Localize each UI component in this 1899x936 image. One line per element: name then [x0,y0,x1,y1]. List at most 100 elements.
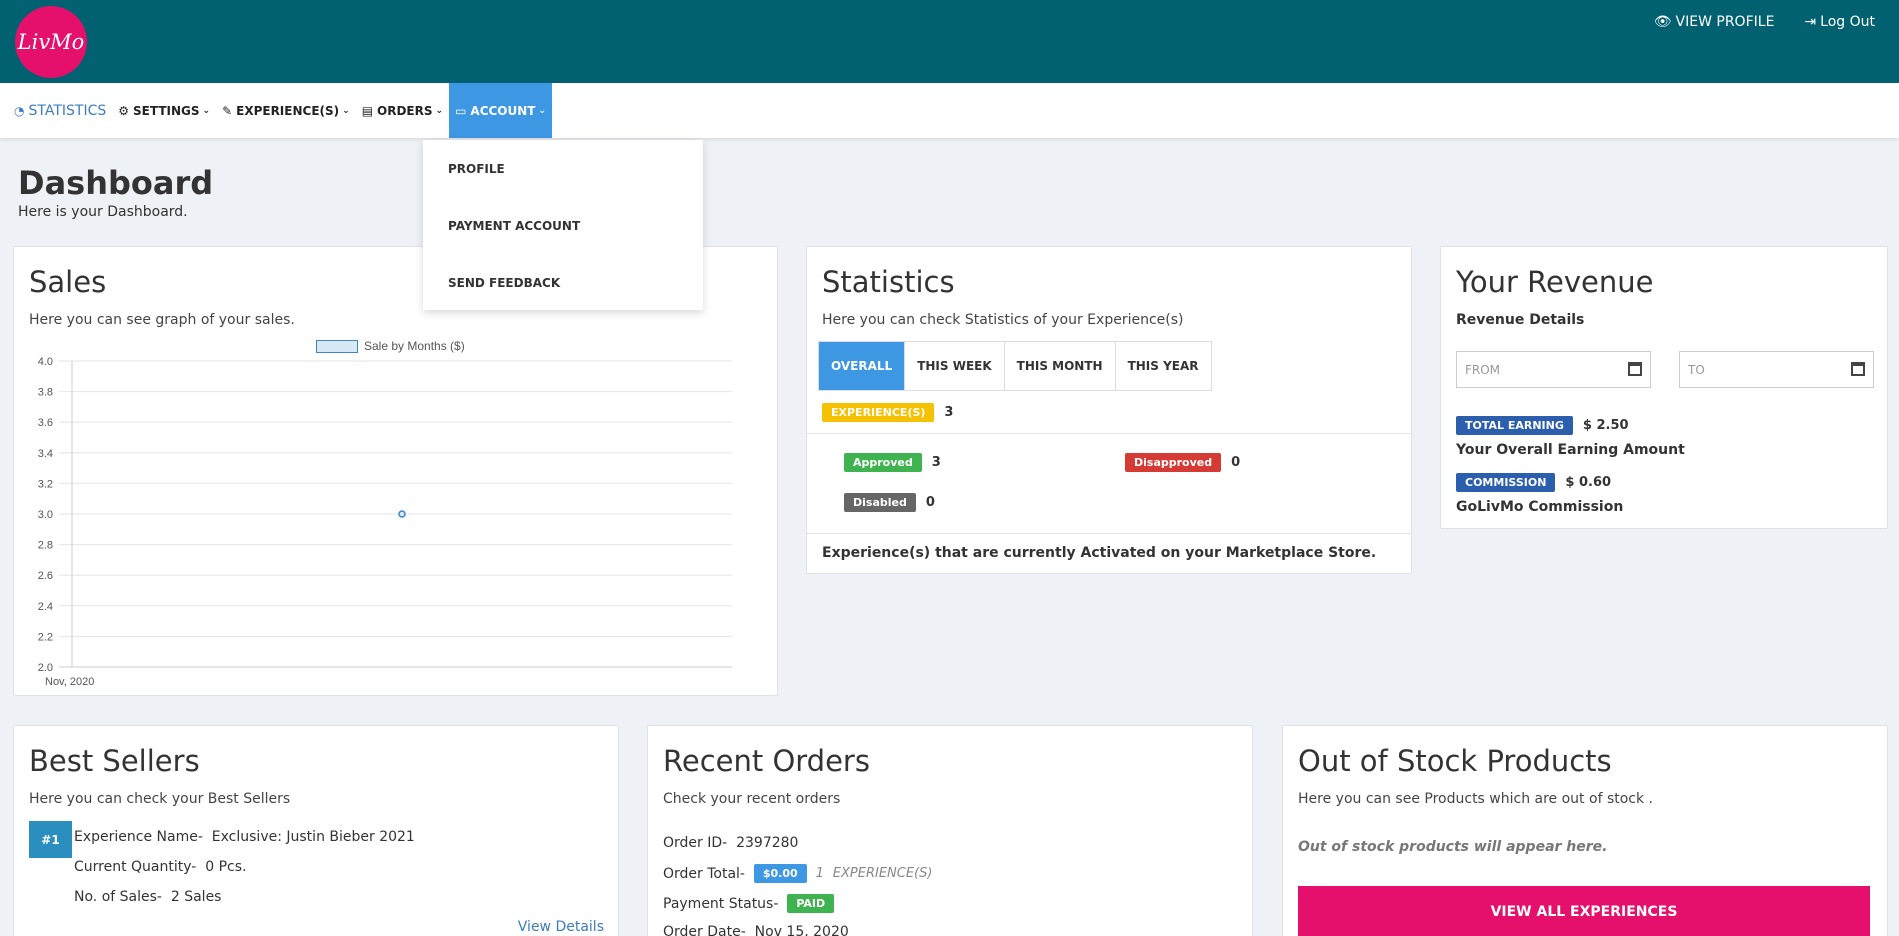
tab-this-week[interactable]: THIS WEEK [905,342,1005,390]
view-profile-link[interactable]: 👁 VIEW PROFILE [1654,14,1775,30]
out-of-stock-subtitle: Here you can see Products which are out … [1298,791,1653,807]
experience-name[interactable]: Exclusive: Justin Bieber 2021 [212,829,415,845]
y-tick-label: 2.2 [38,631,53,643]
nav-statistics-label: STATISTICS [28,102,107,119]
logo-text: LivMo [17,30,85,54]
order-total-row: Order Total- $0.00 1 EXPERIENCE(S) [663,864,932,883]
main-nav: ◔ STATISTICS ⚙ SETTINGS ⌄ ✎ EXPERIENCE(S) ⌄ ▤… [0,83,1899,138]
period-tabs: OVERALL THIS WEEK THIS MONTH THIS YEAR [818,341,1212,391]
divider [807,433,1411,434]
chevron-down-icon: ⌄ [538,105,547,116]
order-date-value: Nov 15, 2020 [754,924,849,936]
total-earning-row: TOTAL EARNING $ 2.50 [1456,416,1629,435]
view-details-link[interactable]: View Details [518,919,604,935]
statistics-card: Statistics Here you can check Statistics… [806,246,1412,574]
nav-experiences[interactable]: ✎ EXPERIENCE(S) ⌄ [216,83,356,138]
revenue-title: Your Revenue [1456,265,1654,299]
nav-experiences-label: EXPERIENCE(S) [236,103,340,118]
brand-logo[interactable]: LivMo [15,6,87,78]
payment-status-badge: PAID [787,894,835,913]
nav-orders[interactable]: ▤ ORDERS ⌄ [356,83,449,138]
total-earning-value: $ 2.50 [1582,418,1629,433]
chevron-down-icon: ⌄ [342,105,350,116]
nav-account[interactable]: ▭ ACCOUNT ⌄ [449,83,553,138]
label: Order ID- [663,835,728,851]
order-id-row: Order ID- 2397280 [663,835,798,851]
label: Experience Name- [74,829,203,845]
order-id-value[interactable]: 2397280 [736,835,798,851]
commission-value: $ 0.60 [1565,475,1612,490]
statistics-subtitle: Here you can check Statistics of your Ex… [822,312,1184,328]
experiences-count-row: EXPERIENCE(S) 3 [822,403,953,422]
view-profile-label: VIEW PROFILE [1675,14,1775,30]
payment-status-row: Payment Status- PAID [663,894,835,913]
to-date-input[interactable]: TO [1679,351,1874,388]
total-earning-desc: Your Overall Earning Amount [1456,442,1685,458]
logout-link[interactable]: ⇥ Log Out [1804,14,1875,30]
y-tick-label: 2.8 [38,540,53,552]
tab-this-year[interactable]: THIS YEAR [1116,342,1211,390]
disapproved-count: 0 [1231,455,1241,470]
menu-item-send-feedback[interactable]: SEND FEEDBACK [423,254,703,311]
dashboard-icon: ◔ [14,103,25,118]
page-title: Dashboard [18,164,214,202]
nav-orders-label: ORDERS [377,103,433,118]
recent-orders-title: Recent Orders [663,744,870,778]
label: Current Quantity- [74,859,197,875]
from-placeholder: FROM [1465,362,1501,377]
nav-account-label: ACCOUNT [470,103,536,118]
account-dropdown: PROFILE PAYMENT ACCOUNT SEND FEEDBACK [423,140,703,310]
logout-icon: ⇥ [1804,14,1817,30]
from-date-input[interactable]: FROM [1456,351,1651,388]
disabled-badge: Disabled [844,493,916,512]
revenue-subtitle: Revenue Details [1456,312,1585,328]
order-date-row: Order Date- Nov 15, 2020 [663,924,849,936]
commission-desc: GoLivMo Commission [1456,499,1624,515]
y-tick-label: 3.6 [38,417,53,429]
recent-orders-subtitle: Check your recent orders [663,791,841,807]
label: Payment Status- [663,895,779,912]
commission-badge: COMMISSION [1456,473,1556,492]
approved-badge: Approved [844,453,922,472]
empty-message: Out of stock products will appear here. [1298,839,1608,855]
order-total-badge: $0.00 [753,864,807,883]
best-sellers-card: Best Sellers Here you can check your Bes… [13,725,619,936]
out-of-stock-title: Out of Stock Products [1298,744,1612,778]
y-tick-label: 3.0 [38,509,53,521]
best-sellers-title: Best Sellers [29,744,200,778]
nav-statistics[interactable]: ◔ STATISTICS [8,83,112,138]
y-tick-label: 4.0 [38,356,53,368]
disapproved-badge: Disapproved [1125,453,1222,472]
total-earning-badge: TOTAL EARNING [1456,416,1573,435]
disabled-row: Disabled 0 [844,493,935,512]
label: Order Date- [663,924,746,936]
eye-icon: 👁 [1653,14,1672,30]
items-count: 1 [815,866,824,881]
y-tick-label: 2.0 [38,662,53,674]
sales-subtitle: Here you can see graph of your sales. [29,312,295,328]
chevron-down-icon: ⌄ [202,105,211,116]
label: No. of Sales- [74,889,162,905]
data-point [398,510,406,518]
view-all-experiences-button[interactable]: VIEW ALL EXPERIENCES [1298,886,1870,936]
best-sellers-subtitle: Here you can check your Best Sellers [29,791,291,807]
nav-settings[interactable]: ⚙ SETTINGS ⌄ [112,83,216,138]
tab-overall[interactable]: OVERALL [819,342,906,390]
statistics-title: Statistics [822,265,955,299]
calendar-icon[interactable] [1628,362,1642,376]
menu-item-profile[interactable]: PROFILE [423,140,703,197]
y-tick-label: 2.4 [38,601,53,613]
id-card-icon: ▭ [455,103,467,118]
sales-card: Sales Here you can see graph of your sal… [13,246,778,696]
quantity-row: Current Quantity- 0 Pcs. [74,859,247,875]
calendar-icon[interactable] [1851,362,1865,376]
tab-this-month[interactable]: THIS MONTH [1005,342,1116,390]
x-tick-label: Nov, 2020 [45,676,94,687]
approved-row: Approved 3 [844,453,941,472]
sales-title: Sales [29,265,107,299]
top-header: LivMo 👁 VIEW PROFILE ⇥ Log Out [0,0,1899,83]
experience-name-row: Experience Name- Exclusive: Justin Biebe… [74,829,415,845]
experiences-badge: EXPERIENCE(S) [822,403,935,422]
menu-item-payment-account[interactable]: PAYMENT ACCOUNT [423,197,703,254]
experiences-count: 3 [944,405,954,420]
